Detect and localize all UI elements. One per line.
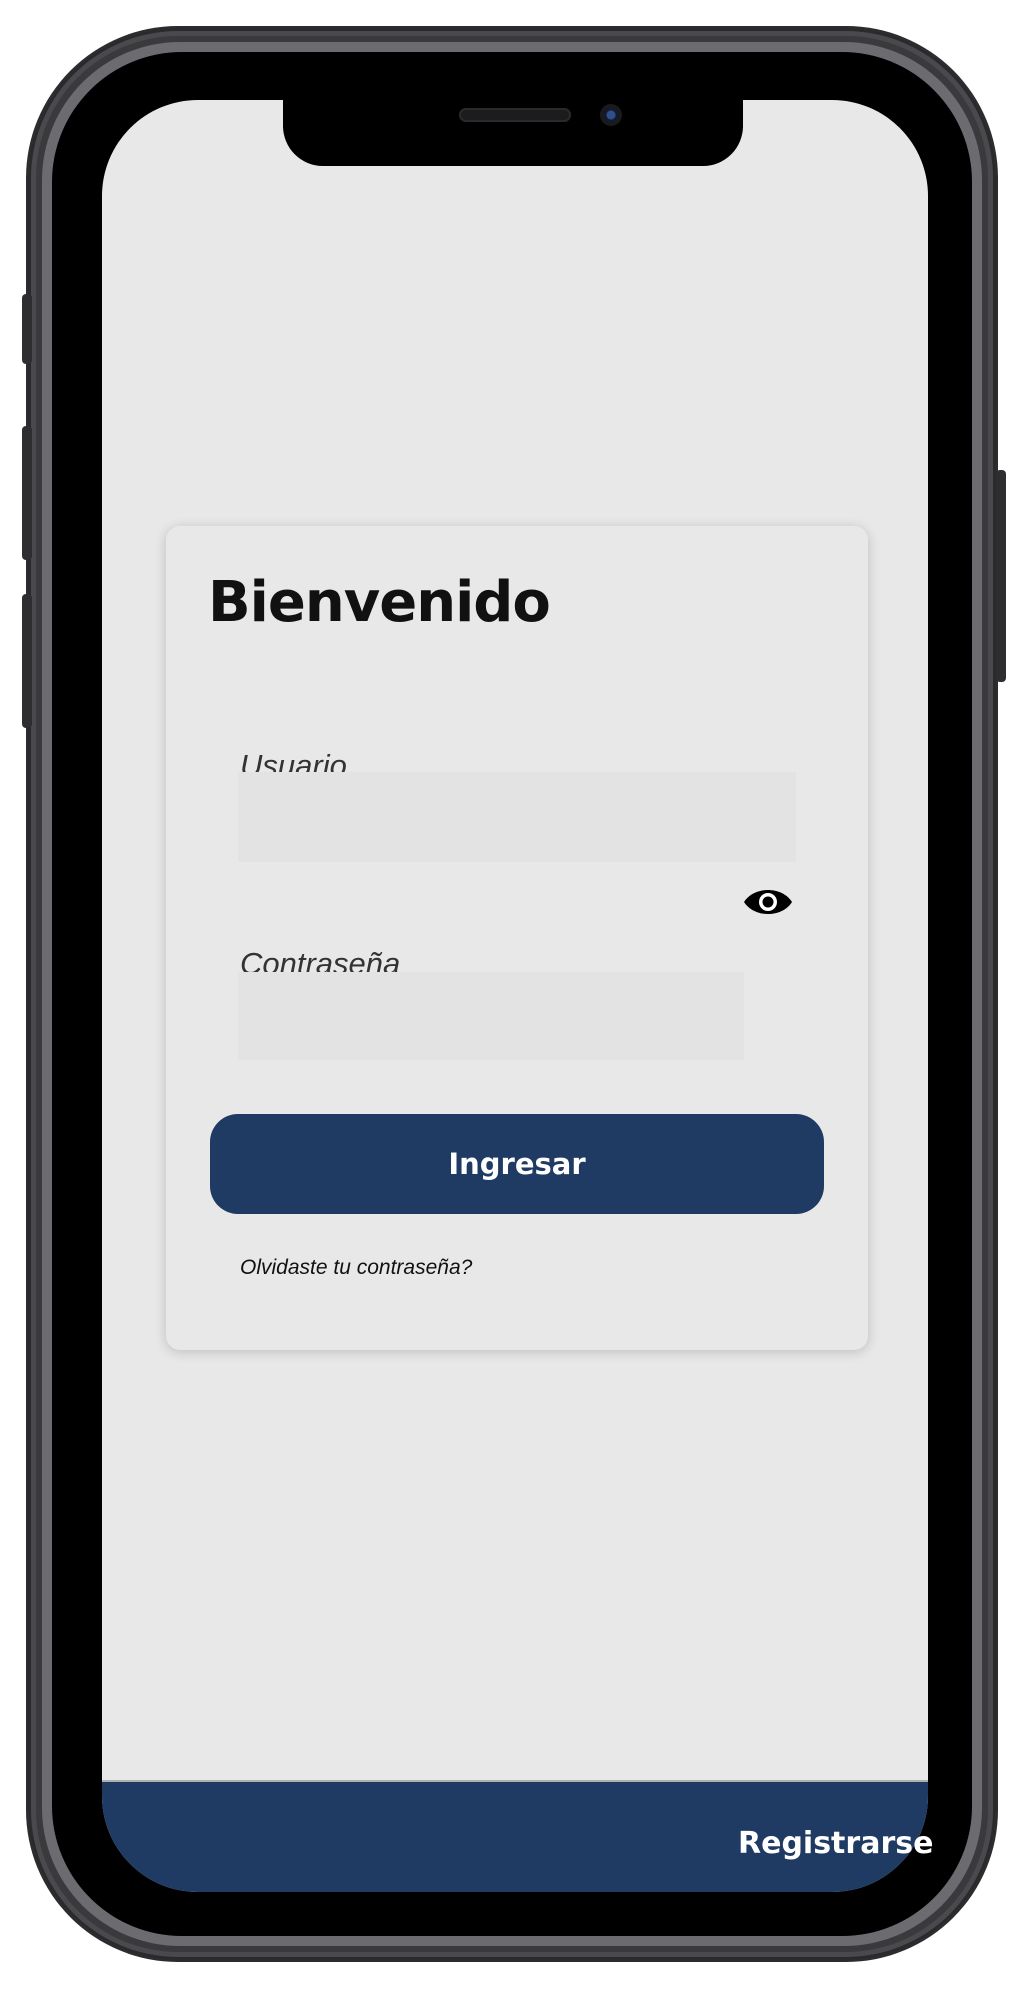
front-camera — [600, 104, 622, 126]
silent-switch — [22, 294, 32, 364]
password-input[interactable] — [238, 972, 744, 1060]
volume-up-button — [22, 426, 32, 560]
eye-icon[interactable] — [742, 882, 794, 922]
earpiece-speaker — [459, 108, 571, 122]
power-button — [996, 470, 1006, 682]
register-link[interactable]: Registrarse — [738, 1826, 933, 1861]
page-title: Bienvenido — [208, 570, 551, 635]
forgot-password-link[interactable]: Olvidaste tu contraseña? — [240, 1256, 472, 1280]
volume-down-button — [22, 594, 32, 728]
login-card — [166, 526, 868, 1350]
login-button[interactable]: Ingresar — [210, 1114, 824, 1214]
username-input[interactable] — [238, 772, 796, 862]
